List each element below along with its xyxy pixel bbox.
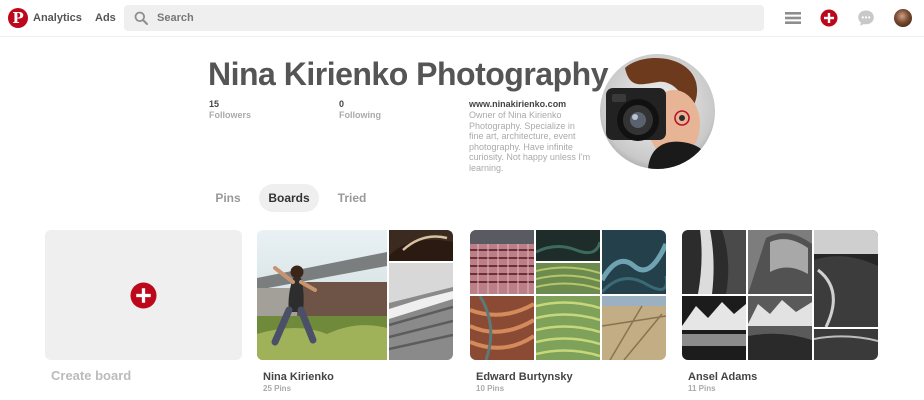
board-pin-count: 25 Pins [263,384,292,393]
board-pin-count: 11 Pins [688,384,716,393]
board-thumb-image [814,329,878,360]
search-bar[interactable] [124,5,764,31]
board-thumb-image [470,230,534,294]
profile-name: Nina Kirienko Photography [208,56,608,92]
search-icon [134,11,148,25]
board-thumb-image [602,230,666,294]
board-cover-edward-burtynsky[interactable] [470,230,666,360]
board-thumb-image [536,296,600,360]
following-count: 0 [339,99,345,109]
pinterest-logo-icon[interactable]: P [8,8,28,28]
tab-boards[interactable]: Boards [259,184,319,212]
board-thumb-image [748,230,812,294]
board-thumb-image [389,230,453,261]
board-thumb-image [536,263,600,294]
search-input[interactable] [157,8,747,28]
tab-tried[interactable]: Tried [328,184,376,212]
nav-analytics-link[interactable]: Analytics [33,12,82,24]
create-pin-icon[interactable] [820,9,838,27]
user-avatar[interactable] [894,9,912,27]
board-cover-nina-kirienko[interactable] [257,230,453,360]
board-thumb-image [470,296,534,360]
messages-icon[interactable] [857,9,875,27]
board-main-image [257,230,387,360]
tab-pins[interactable]: Pins [206,184,250,212]
menu-icon[interactable] [784,9,802,27]
board-thumb-image [682,230,746,294]
followers-stat[interactable]: 15 Followers [209,99,251,120]
board-thumb-image [682,296,746,360]
following-stat[interactable]: 0 Following [339,99,381,120]
profile-bio: Owner of Nina Kirienko Photography. Spec… [469,110,591,173]
create-board-label[interactable]: Create board [51,368,131,383]
followers-count: 15 [209,99,220,109]
board-cover-ansel-adams[interactable] [682,230,878,360]
nav-ads-link[interactable]: Ads [95,12,116,24]
add-board-icon [130,282,157,309]
following-label: Following [339,110,381,120]
create-board-card[interactable] [45,230,242,360]
board-title[interactable]: Edward Burtynsky [476,371,573,383]
board-thumb-image [602,296,666,360]
board-title[interactable]: Ansel Adams [688,371,757,383]
board-thumb-image [814,230,878,327]
board-thumb-image [536,230,600,261]
profile-photo [600,54,715,169]
top-nav: P Analytics Ads [0,0,924,37]
board-thumb-image [389,263,453,360]
board-thumb-image [748,296,812,360]
website-link[interactable]: www.ninakirienko.com [469,99,566,109]
logo-letter: P [12,9,24,27]
board-pin-count: 10 Pins [476,384,505,393]
followers-label: Followers [209,110,252,120]
board-title[interactable]: Nina Kirienko [263,371,334,383]
